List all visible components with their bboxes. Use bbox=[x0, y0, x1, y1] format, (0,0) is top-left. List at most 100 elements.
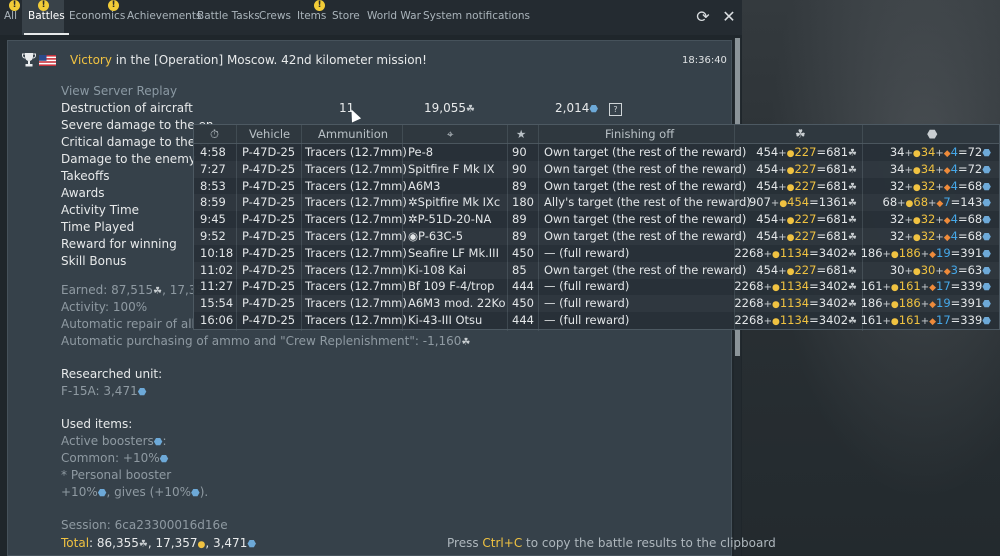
table-row: 11:02 P-47D-25 Tracers (12.7mm) Ki-108 Kai 8… bbox=[194, 262, 999, 279]
row-time: 4:58 bbox=[200, 145, 226, 159]
stat-label: Reward for winning bbox=[61, 237, 177, 251]
active-boosters: Active boosters⬣: bbox=[61, 434, 167, 448]
row-time: 16:06 bbox=[200, 313, 234, 327]
tab-economics[interactable]: Economics bbox=[69, 10, 125, 28]
tab-battles[interactable]: Battles bbox=[24, 10, 69, 35]
row-vehicle: P-47D-25 bbox=[242, 296, 296, 311]
row-target: Bf 109 F-4/trop bbox=[408, 279, 495, 294]
row-research-points: 186+●186+◆19=391⬣ bbox=[860, 296, 991, 311]
row-target: A6M3 bbox=[408, 178, 441, 193]
booster-icon: ◆ bbox=[929, 317, 937, 327]
research-points-icon: ⬣ bbox=[982, 181, 991, 193]
research-points-icon: ⬣ bbox=[982, 299, 991, 311]
research-points-icon: ⬣ bbox=[982, 198, 991, 210]
target-mark-icon: ✲ bbox=[408, 195, 418, 210]
common-booster: Common: +10%⬣ bbox=[61, 451, 169, 465]
booster-icon: ◆ bbox=[943, 149, 951, 159]
research-points-icon: ⬣ bbox=[137, 387, 147, 398]
row-score: 89 bbox=[512, 212, 527, 227]
row-target: Ki-43-III Otsu bbox=[408, 313, 483, 327]
row-ammunition: Tracers (12.7mm) bbox=[305, 145, 407, 159]
message-timestamp: 18:36:40 bbox=[682, 55, 727, 66]
row-silver-lions: 454+●227=681☘ bbox=[756, 145, 857, 159]
row-vehicle: P-47D-25 bbox=[242, 145, 296, 159]
row-score: 90 bbox=[512, 161, 527, 176]
silver-lions-icon: ☘ bbox=[848, 232, 857, 243]
row-target: Seafire LF Mk.III bbox=[408, 245, 499, 260]
row-vehicle: P-47D-25 bbox=[242, 262, 296, 277]
row-ammunition: Tracers (12.7mm) bbox=[305, 262, 407, 277]
gold-icon: ● bbox=[890, 249, 899, 260]
row-research-points: 32+●32+◆4=68⬣ bbox=[889, 212, 991, 227]
row-research-points: 186+●186+◆19=391⬣ bbox=[860, 245, 991, 260]
row-score: 450 bbox=[512, 296, 534, 311]
mission-name: in the [Operation] Moscow. 42nd kilomete… bbox=[111, 53, 427, 67]
view-server-replay-link[interactable]: View Server Replay bbox=[61, 84, 177, 98]
researched-unit: F-15A: 3,471⬣ bbox=[61, 384, 147, 398]
row-score: 450 bbox=[512, 245, 534, 260]
star-icon: ★ bbox=[516, 127, 527, 141]
silver-lions-icon: ☘ bbox=[848, 316, 857, 327]
row-time: 11:02 bbox=[200, 262, 234, 277]
kill-details-tooltip: ⏱ Vehicle Ammunition ⌖ ★ Finishing off ☘… bbox=[193, 124, 1000, 331]
tab-all[interactable]: All bbox=[4, 10, 17, 28]
tab-store[interactable]: Store bbox=[332, 10, 360, 28]
tab-crews[interactable]: Crews bbox=[259, 10, 291, 28]
stat-label: Critical damage to the er bbox=[61, 135, 212, 149]
table-row: 10:18 P-47D-25 Tracers (12.7mm) Seafire LF … bbox=[194, 245, 999, 262]
table-row: 4:58 P-47D-25 Tracers (12.7mm) Pe-8 90 Own ta… bbox=[194, 144, 999, 161]
row-target: Spitfire F Mk IX bbox=[408, 161, 495, 176]
personal-booster: * Personal booster bbox=[61, 468, 172, 482]
col-ammunition: Ammunition bbox=[318, 127, 389, 141]
row-vehicle: P-47D-25 bbox=[242, 195, 296, 210]
row-target: Pe-8 bbox=[408, 145, 434, 159]
row-target: A6M3 mod. 22Ko bbox=[408, 296, 506, 311]
row-research-points: 161+●161+◆17=339⬣ bbox=[860, 279, 991, 294]
table-row: 15:54 P-47D-25 Tracers (12.7mm) A6M3 mod. 2… bbox=[194, 295, 999, 312]
row-score: 89 bbox=[512, 229, 527, 243]
gold-icon: ● bbox=[912, 149, 921, 159]
silver-lions-icon: ☘ bbox=[848, 181, 857, 193]
col-finishing-off: Finishing off bbox=[605, 127, 675, 141]
refresh-icon[interactable]: ⟳ bbox=[694, 8, 712, 26]
stat-label: Takeoffs bbox=[61, 169, 110, 183]
col-vehicle: Vehicle bbox=[249, 127, 291, 141]
tab-items[interactable]: Items bbox=[297, 10, 326, 28]
silver-lions-icon: ☘ bbox=[848, 198, 857, 210]
row-vehicle: P-47D-25 bbox=[242, 313, 296, 327]
stat-label: Destruction of aircraft bbox=[61, 101, 193, 115]
row-research-points: 32+●32+◆4=68⬣ bbox=[889, 178, 991, 193]
booster-icon: ◆ bbox=[929, 300, 937, 311]
row-vehicle: P-47D-25 bbox=[242, 279, 296, 294]
stat-label: Activity Time bbox=[61, 203, 140, 217]
research-points-icon: ⬣ bbox=[982, 248, 991, 260]
booster-icon: ◆ bbox=[929, 249, 937, 260]
research-points-icon: ⬣ bbox=[982, 215, 991, 227]
row-finishing: Own target (the rest of the reward) bbox=[544, 161, 747, 176]
row-research-points: 68+●68+◆7=143⬣ bbox=[882, 195, 992, 210]
tab-battle-tasks[interactable]: Battle Tasks bbox=[197, 10, 260, 28]
tab-world-war[interactable]: World War bbox=[367, 10, 421, 28]
booster-icon: ◆ bbox=[943, 266, 951, 277]
help-icon[interactable]: ? bbox=[609, 103, 622, 116]
row-target: ◉P-63C-5 bbox=[408, 229, 464, 243]
close-icon[interactable]: ✕ bbox=[720, 8, 738, 26]
row-finishing: — (full reward) bbox=[544, 279, 630, 294]
gold-icon: ● bbox=[890, 300, 899, 311]
row-vehicle: P-47D-25 bbox=[242, 212, 296, 227]
row-time: 9:52 bbox=[200, 229, 226, 243]
stat-label: Severe damage to the en bbox=[61, 118, 214, 132]
table-row: 7:27 P-47D-25 Tracers (12.7mm) Spitfire F M… bbox=[194, 161, 999, 178]
tab-system-notifications[interactable]: System notifications bbox=[423, 10, 530, 28]
row-silver-lions: 907+●454=1361☘ bbox=[748, 195, 857, 210]
row-time: 11:27 bbox=[200, 279, 234, 294]
row-silver-lions: 454+●227=681☘ bbox=[756, 262, 857, 277]
row-time: 8:53 bbox=[200, 178, 226, 193]
used-items-title: Used items: bbox=[61, 417, 133, 431]
tab-achievements[interactable]: Achievements bbox=[127, 10, 201, 28]
research-points-icon: ⬣ bbox=[191, 488, 200, 499]
target-mark-icon: ◉ bbox=[408, 229, 419, 243]
table-row: 8:53 P-47D-25 Tracers (12.7mm) A6M3 89 Own ta… bbox=[194, 178, 999, 195]
row-research-points: 32+●32+◆4=68⬣ bbox=[889, 229, 991, 243]
research-points-icon: ⬣ bbox=[982, 282, 991, 294]
